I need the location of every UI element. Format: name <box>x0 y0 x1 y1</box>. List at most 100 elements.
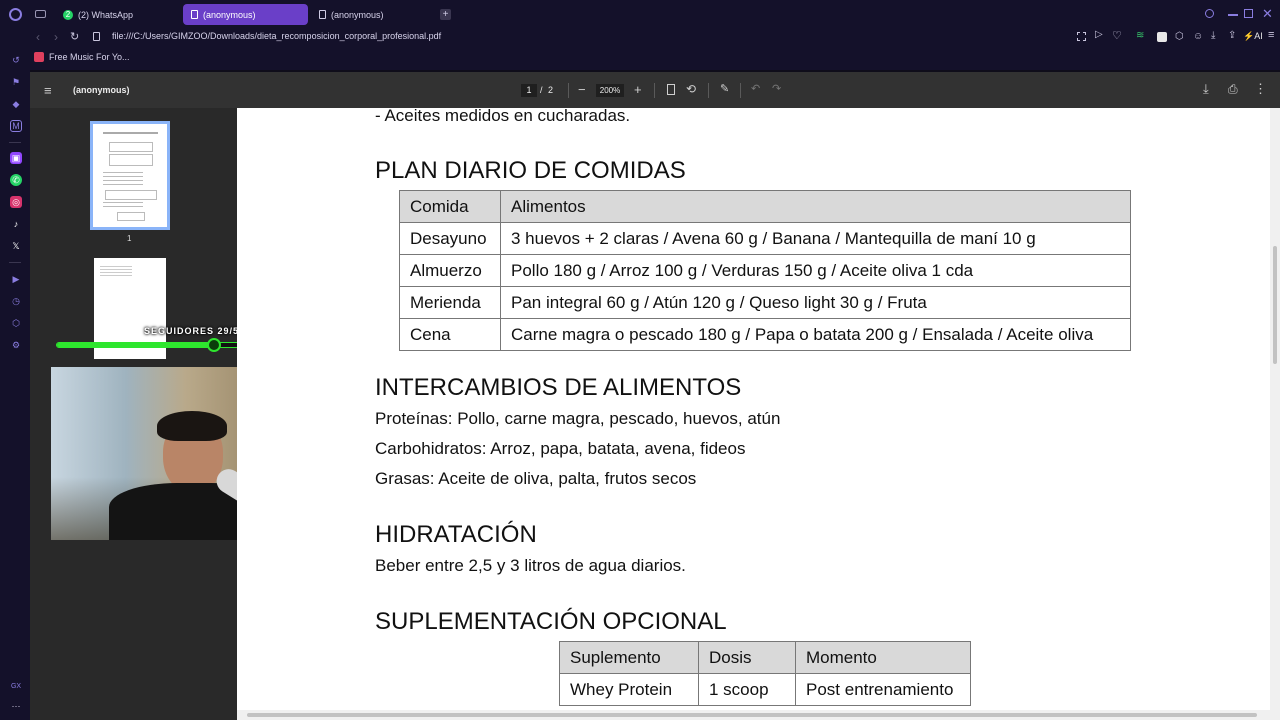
table-cell: Almuerzo <box>399 254 501 287</box>
horizontal-scrollbar[interactable] <box>237 710 1270 720</box>
search-tabs-icon[interactable] <box>1205 9 1214 18</box>
page-thumbnail-label: 1 <box>127 234 132 243</box>
url-field[interactable]: file:///C:/Users/GIMZOO/Downloads/dieta_… <box>112 31 441 41</box>
settings-icon[interactable]: ⚙ <box>10 339 22 351</box>
previous-line-text: - Aceites medidos en cucharadas. <box>375 108 631 125</box>
play-icon[interactable]: ▷ <box>1095 29 1103 40</box>
table-cell: Cena <box>399 318 501 351</box>
ai-button[interactable]: ⚡AI <box>1243 31 1263 42</box>
instagram-icon[interactable]: ◎ <box>10 196 22 208</box>
reload-icon[interactable]: ↻ <box>70 30 79 43</box>
tiktok-icon[interactable]: ♪ <box>10 218 22 230</box>
flow-icon[interactable]: ↺ <box>10 54 22 66</box>
supplement-heading: SUPLEMENTACIÓN OPCIONAL <box>375 608 727 635</box>
forward-icon[interactable]: › <box>54 30 58 44</box>
address-bar-row: ‹ › ↻ file:///C:/Users/GIMZOO/Downloads/… <box>30 28 1280 48</box>
followers-progress-fill <box>57 343 215 347</box>
scrollbar-thumb[interactable] <box>1273 246 1277 364</box>
table-cell: 1 scoop <box>698 673 796 706</box>
tab-anonymous[interactable]: (anonymous) <box>311 4 436 25</box>
table-row: Desayuno 3 huevos + 2 claras / Avena 60 … <box>399 222 1131 255</box>
print-icon[interactable]: ⎙ <box>1228 82 1238 97</box>
rotate-icon[interactable]: ⟲ <box>686 82 696 96</box>
aria-icon[interactable]: ⚑ <box>10 76 22 88</box>
new-tab-button[interactable]: + <box>440 9 451 20</box>
tab-anonymous-active[interactable]: (anonymous) <box>183 4 308 25</box>
scrollbar-thumb[interactable] <box>247 713 1257 717</box>
tab-whatsapp[interactable]: 2 (2) WhatsApp <box>55 4 177 25</box>
thumbnail-sidebar: 1 SEGUIDORES 29/50 <box>30 108 350 720</box>
table-cell: Whey Protein <box>559 673 699 706</box>
close-button[interactable]: ✕ <box>1262 6 1273 22</box>
zoom-in-button[interactable]: + <box>634 82 642 97</box>
profile-icon[interactable]: ☺ <box>1193 31 1203 42</box>
rail-divider <box>9 142 21 143</box>
share-icon[interactable]: ⇪ <box>1228 30 1236 41</box>
thumbnail-table <box>109 154 153 166</box>
exchange-heading: INTERCAMBIOS DE ALIMENTOS <box>375 374 742 401</box>
toolbar-divider <box>654 83 655 98</box>
page-thumbnail-1[interactable] <box>90 121 170 230</box>
ai-icon: ⚡ <box>1243 31 1255 41</box>
toolbar-divider <box>740 83 741 98</box>
gx-icon[interactable]: GX <box>10 680 22 692</box>
more-options-icon[interactable]: ⋮ <box>1254 81 1267 97</box>
snapshot-icon[interactable] <box>1077 32 1086 41</box>
sidebar-menu-icon[interactable]: ≡ <box>44 83 52 98</box>
twitch-icon[interactable]: ▣ <box>10 152 22 164</box>
document-icon <box>191 10 198 19</box>
whatsapp-icon: 2 <box>63 9 73 20</box>
table-cell: Desayuno <box>399 222 501 255</box>
table-cell: Carne magra o pescado 180 g / Papa o bat… <box>500 318 1131 351</box>
annotate-icon[interactable]: ✎ <box>720 82 729 95</box>
telegram-icon[interactable] <box>1157 32 1167 42</box>
back-icon[interactable]: ‹ <box>36 30 40 44</box>
zoom-out-button[interactable]: − <box>578 82 586 97</box>
gaming-icon[interactable]: ◆ <box>10 98 22 110</box>
redo-icon[interactable]: ↷ <box>772 82 781 95</box>
heart-icon[interactable]: ♡ <box>1112 29 1122 42</box>
vertical-scrollbar[interactable] <box>1270 108 1280 720</box>
restore-button[interactable] <box>1244 9 1253 18</box>
download-icon[interactable]: ⤓ <box>1211 30 1215 41</box>
history-icon[interactable]: ◷ <box>10 295 22 307</box>
fit-page-icon[interactable] <box>667 84 675 95</box>
vpn-icon[interactable]: ≋ <box>1136 30 1144 41</box>
table-header-cell: Suplemento <box>559 641 699 674</box>
document-icon <box>319 10 326 19</box>
page-info-icon[interactable] <box>93 32 100 41</box>
x-icon[interactable]: 𝕏 <box>10 240 22 252</box>
table-cell: Merienda <box>399 286 501 319</box>
thumbnail-table <box>117 212 145 221</box>
table-header-row: Suplemento Dosis Momento <box>559 641 971 674</box>
tab-snap-icon[interactable] <box>35 10 46 18</box>
bookmark-item[interactable]: Free Music For Yo... <box>34 52 130 62</box>
pdf-toolbar: ≡ (anonymous) 1 / 2 − 200% + ⟲ ✎ ↶ ↷ ⤓ ⎙… <box>30 72 1280 108</box>
thumbnail-table <box>105 190 157 200</box>
table-header-cell: Comida <box>399 190 501 223</box>
opera-logo-icon[interactable] <box>9 8 22 21</box>
exchange-line: Proteínas: Pollo, carne magra, pescado, … <box>375 409 781 428</box>
page-number-input[interactable]: 1 <box>521 84 537 97</box>
thumbnail-text <box>103 172 143 186</box>
messenger-icon[interactable]: M <box>10 120 22 132</box>
whatsapp-icon[interactable]: ✆ <box>10 174 22 186</box>
thumbnail-content <box>103 132 158 134</box>
minimize-button[interactable] <box>1228 14 1238 16</box>
followers-goal-label: SEGUIDORES 29/50 <box>144 326 246 336</box>
table-row: Cena Carne magra o pescado 180 g / Papa … <box>399 318 1131 351</box>
exchange-line: Grasas: Aceite de oliva, palta, frutos s… <box>375 469 697 488</box>
zoom-input[interactable]: 200% <box>596 84 624 97</box>
download-icon[interactable]: ⤓ <box>1203 81 1209 97</box>
undo-icon[interactable]: ↶ <box>751 82 760 95</box>
extension-icon[interactable]: ⬡ <box>1175 31 1184 42</box>
player-icon[interactable]: ▶ <box>10 273 22 285</box>
more-icon[interactable]: ⋯ <box>10 700 22 712</box>
pdf-title: (anonymous) <box>73 85 130 95</box>
menu-icon[interactable]: ≡ <box>1268 29 1274 41</box>
table-row: Almuerzo Pollo 180 g / Arroz 100 g / Ver… <box>399 254 1131 287</box>
plan-table: Comida Alimentos Desayuno 3 huevos + 2 c… <box>399 190 1131 351</box>
toolbar-divider <box>708 83 709 98</box>
extensions-icon[interactable]: ⬡ <box>10 317 22 329</box>
pdf-viewer[interactable]: - Aceites medidos en cucharadas. PLAN DI… <box>237 108 1270 712</box>
